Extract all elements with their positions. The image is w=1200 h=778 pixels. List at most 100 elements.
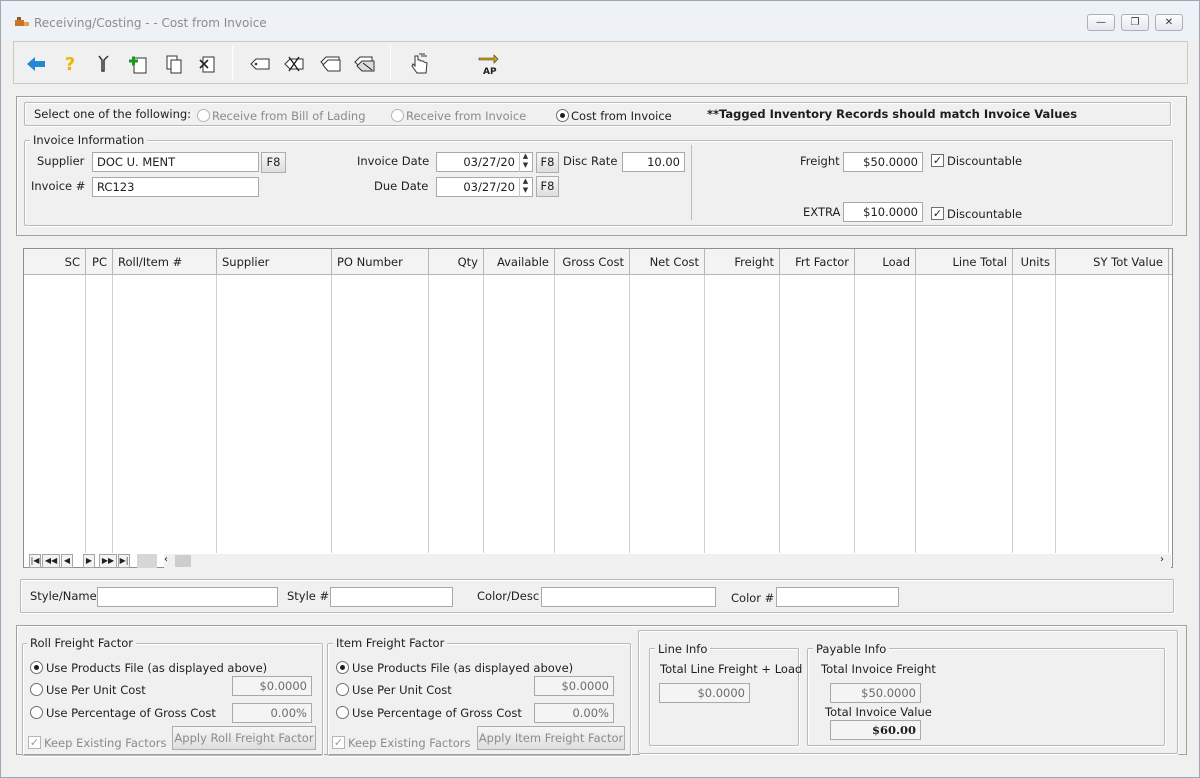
tools-icon bbox=[98, 55, 109, 72]
close-icon: ✕ bbox=[1164, 17, 1174, 28]
previous-record-button[interactable]: ◀ bbox=[61, 554, 73, 568]
supplier-lookup-button[interactable]: F8 bbox=[261, 152, 286, 173]
hand-pointer-icon bbox=[411, 53, 428, 74]
line-info-legend: Line Info bbox=[655, 642, 711, 656]
scroll-right-icon[interactable]: › bbox=[1160, 554, 1164, 565]
grid-line bbox=[1168, 275, 1169, 553]
apply-item-freight-button[interactable]: Apply Item Freight Factor bbox=[477, 726, 625, 750]
first-record-button[interactable]: |◀ bbox=[29, 554, 41, 568]
color-desc-input[interactable] bbox=[541, 587, 716, 607]
delete-document-icon bbox=[199, 56, 215, 73]
item-per-unit-input[interactable]: $0.0000 bbox=[534, 676, 614, 696]
due-date-lookup-button[interactable]: F8 bbox=[536, 176, 559, 197]
item-keep-factors-checkbox[interactable]: ✓ bbox=[332, 736, 345, 749]
delete-tag-button[interactable] bbox=[280, 50, 308, 78]
spin-down-icon: ▼ bbox=[522, 186, 529, 194]
toolbar-separator bbox=[232, 46, 233, 80]
column-header-pc[interactable]: PC bbox=[86, 249, 113, 275]
scroll-left-icon[interactable]: ‹ bbox=[164, 554, 168, 565]
grid-line bbox=[1055, 275, 1056, 553]
extra-discountable-checkbox[interactable]: ✓ bbox=[931, 207, 944, 220]
column-header-freight[interactable]: Freight bbox=[705, 249, 780, 275]
receiving-grid[interactable]: SC PC Roll/Item # Supplier PO Number Qty… bbox=[23, 248, 1173, 568]
roll-percentage-input[interactable]: 0.00% bbox=[232, 703, 312, 723]
column-header-gross-cost[interactable]: Gross Cost bbox=[555, 249, 630, 275]
roll-radio-per-unit-label: Use Per Unit Cost bbox=[46, 683, 146, 697]
roll-radio-products-file[interactable] bbox=[30, 661, 43, 674]
last-record-button[interactable]: ▶| bbox=[118, 554, 130, 568]
column-header-sy-tot-value[interactable]: SY Tot Value bbox=[1056, 249, 1169, 275]
invoice-number-label: Invoice # bbox=[31, 179, 86, 193]
color-number-input[interactable] bbox=[776, 587, 899, 607]
style-name-input[interactable] bbox=[97, 587, 278, 607]
grid-line bbox=[704, 275, 705, 553]
radio-receive-bol[interactable] bbox=[197, 109, 210, 122]
apply-roll-freight-button[interactable]: Apply Roll Freight Factor bbox=[172, 726, 316, 750]
back-button[interactable] bbox=[22, 50, 50, 78]
tag-button[interactable] bbox=[246, 50, 274, 78]
due-date-spinner[interactable]: ▲ ▼ bbox=[519, 177, 531, 197]
roll-radio-per-unit[interactable] bbox=[30, 683, 43, 696]
roll-per-unit-input[interactable]: $0.0000 bbox=[232, 676, 312, 696]
help-button[interactable]: ? bbox=[56, 50, 84, 78]
toolbar: ? AP bbox=[13, 41, 1188, 84]
disc-rate-input[interactable]: 10.00 bbox=[622, 152, 685, 172]
invoice-information-legend: Invoice Information bbox=[30, 133, 148, 147]
print-tags-button[interactable] bbox=[350, 50, 378, 78]
column-header-roll-item[interactable]: Roll/Item # bbox=[113, 249, 217, 275]
due-date-label: Due Date bbox=[374, 179, 429, 193]
delete-button[interactable] bbox=[194, 50, 222, 78]
column-header-line-total[interactable]: Line Total bbox=[916, 249, 1013, 275]
radio-cost-from-invoice[interactable] bbox=[556, 109, 569, 122]
grid-line bbox=[428, 275, 429, 553]
freight-discountable-checkbox[interactable]: ✓ bbox=[931, 154, 944, 167]
roll-freight-factor-legend: Roll Freight Factor bbox=[27, 636, 137, 650]
mode-prompt: Select one of the following: bbox=[34, 107, 192, 121]
style-number-input[interactable] bbox=[330, 587, 453, 607]
hand-pointer-button[interactable] bbox=[406, 50, 434, 78]
total-invoice-freight-value: $50.0000 bbox=[830, 683, 921, 703]
item-radio-per-unit-label: Use Per Unit Cost bbox=[352, 683, 452, 697]
copy-button[interactable] bbox=[160, 50, 188, 78]
next-page-button[interactable]: ▶▶ bbox=[99, 554, 117, 568]
roll-radio-percentage[interactable] bbox=[30, 706, 43, 719]
column-header-po-number[interactable]: PO Number bbox=[332, 249, 429, 275]
item-radio-per-unit[interactable] bbox=[336, 683, 349, 696]
column-header-frt-factor[interactable]: Frt Factor bbox=[780, 249, 855, 275]
invoice-date-spinner[interactable]: ▲ ▼ bbox=[519, 152, 531, 172]
horizontal-scrollbar[interactable]: ‹ › bbox=[164, 554, 1171, 568]
previous-page-button[interactable]: ◀◀ bbox=[42, 554, 60, 568]
minimize-button[interactable]: — bbox=[1087, 14, 1115, 31]
column-header-available[interactable]: Available bbox=[484, 249, 555, 275]
extra-input[interactable]: $10.0000 bbox=[843, 202, 923, 222]
column-header-units[interactable]: Units bbox=[1013, 249, 1056, 275]
ap-transfer-button[interactable]: AP bbox=[474, 50, 502, 78]
column-header-qty[interactable]: Qty bbox=[429, 249, 484, 275]
item-radio-percentage[interactable] bbox=[336, 706, 349, 719]
add-document-icon bbox=[129, 56, 147, 74]
column-header-sc[interactable]: SC bbox=[24, 249, 86, 275]
tools-button[interactable] bbox=[90, 50, 118, 78]
invoice-date-lookup-button[interactable]: F8 bbox=[536, 152, 559, 173]
supplier-input[interactable]: DOC U. MENT bbox=[92, 152, 259, 172]
column-header-load[interactable]: Load bbox=[855, 249, 916, 275]
roll-radio-percentage-label: Use Percentage of Gross Cost bbox=[46, 706, 216, 720]
invoice-number-input[interactable]: RC123 bbox=[92, 177, 259, 197]
next-record-button[interactable]: ▶ bbox=[83, 554, 95, 568]
item-radio-products-file[interactable] bbox=[336, 661, 349, 674]
close-button[interactable]: ✕ bbox=[1155, 14, 1183, 31]
add-button[interactable] bbox=[124, 50, 152, 78]
roll-radio-products-file-label: Use Products File (as displayed above) bbox=[46, 661, 268, 675]
roll-keep-factors-checkbox[interactable]: ✓ bbox=[28, 736, 41, 749]
tag-list-button[interactable] bbox=[316, 50, 344, 78]
restore-button[interactable]: ❐ bbox=[1121, 14, 1149, 31]
item-percentage-input[interactable]: 0.00% bbox=[534, 703, 614, 723]
grid-line bbox=[112, 275, 113, 553]
column-header-net-cost[interactable]: Net Cost bbox=[630, 249, 705, 275]
column-header-supplier[interactable]: Supplier bbox=[217, 249, 332, 275]
freight-input[interactable]: $50.0000 bbox=[843, 152, 923, 172]
ap-label: AP bbox=[483, 67, 497, 77]
scroll-thumb[interactable] bbox=[175, 555, 191, 567]
radio-receive-invoice[interactable] bbox=[391, 109, 404, 122]
copy-document-icon bbox=[166, 55, 182, 74]
